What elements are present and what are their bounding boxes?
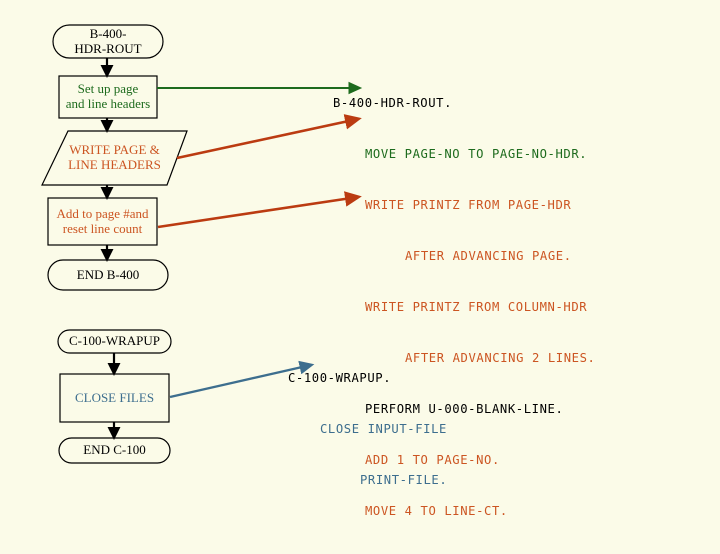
code-c100-line-1: C-100-WRAPUP. <box>288 371 392 385</box>
code-c100-line-2: CLOSE INPUT-FILE <box>320 422 447 436</box>
end-terminator-c100-shape <box>58 437 171 464</box>
end-terminator-b400-shape <box>47 259 169 291</box>
map-arrow-add-to-add-1 <box>157 191 362 229</box>
process-close-files-shape <box>59 373 170 423</box>
code-block-c100: C-100-WRAPUP. CLOSE INPUT-FILE PRINT-FIL… <box>288 336 447 523</box>
code-b400-line-5: WRITE PRINTZ FROM COLUMN-HDR <box>365 300 588 314</box>
process-add-page-reset-line-shape <box>47 197 158 246</box>
flowchart-canvas: B-400- HDR-ROUT Set up page and line hea… <box>0 0 720 540</box>
code-b400-line-1: B-400-HDR-ROUT. <box>333 96 453 110</box>
process-setup-headers-shape <box>58 75 158 119</box>
code-b400-line-4: AFTER ADVANCING PAGE. <box>405 249 572 263</box>
start-terminator-b400-shape <box>52 24 164 59</box>
code-b400-line-2: MOVE PAGE-NO TO PAGE-NO-HDR. <box>365 147 588 161</box>
code-b400-line-3: WRITE PRINTZ FROM PAGE-HDR <box>365 198 572 212</box>
code-c100-line-3: PRINT-FILE. <box>360 473 448 487</box>
io-write-page-line-headers-shape <box>41 130 188 186</box>
map-arrow-write-to-write-printz <box>176 114 362 160</box>
start-terminator-c100-shape <box>57 329 172 354</box>
